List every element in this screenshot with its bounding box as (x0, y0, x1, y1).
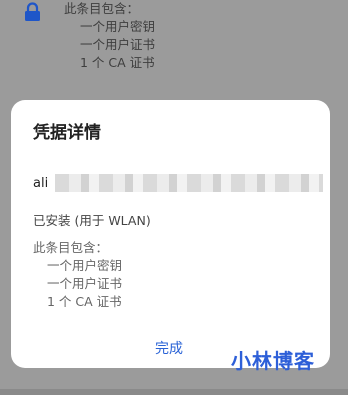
credential-name-redaction (55, 174, 323, 192)
contains-item: 1 个 CA 证书 (47, 294, 122, 309)
installed-status: 已安装 (用于 WLAN) (33, 213, 151, 228)
credential-details-dialog: 凭据详情 ali 已安装 (用于 WLAN) 此条目包含： 一个用户密钥 一个用… (11, 100, 330, 368)
contains-item: 一个用户密钥 (47, 258, 123, 273)
background-contains-info: 此条目包含： 一个用户密钥 一个用户证书 1 个 CA 证书 (64, 0, 155, 72)
background-item: 1 个 CA 证书 (80, 55, 155, 70)
background-contains-label: 此条目包含： (64, 1, 140, 16)
watermark-logo: 小林博客 (231, 349, 315, 373)
dialog-title: 凭据详情 (33, 123, 101, 143)
bottom-bar (0, 389, 348, 395)
done-button[interactable]: 完成 (155, 338, 183, 358)
credential-name-text: ali (33, 176, 49, 191)
contains-item: 一个用户证书 (47, 276, 123, 291)
credential-name: ali (33, 174, 323, 194)
contains-info: 此条目包含： 一个用户密钥 一个用户证书 1 个 CA 证书 (33, 239, 122, 311)
contains-label: 此条目包含： (33, 240, 109, 255)
background-item: 一个用户证书 (80, 37, 156, 52)
background-item: 一个用户密钥 (80, 19, 156, 34)
lock-icon (25, 2, 40, 21)
